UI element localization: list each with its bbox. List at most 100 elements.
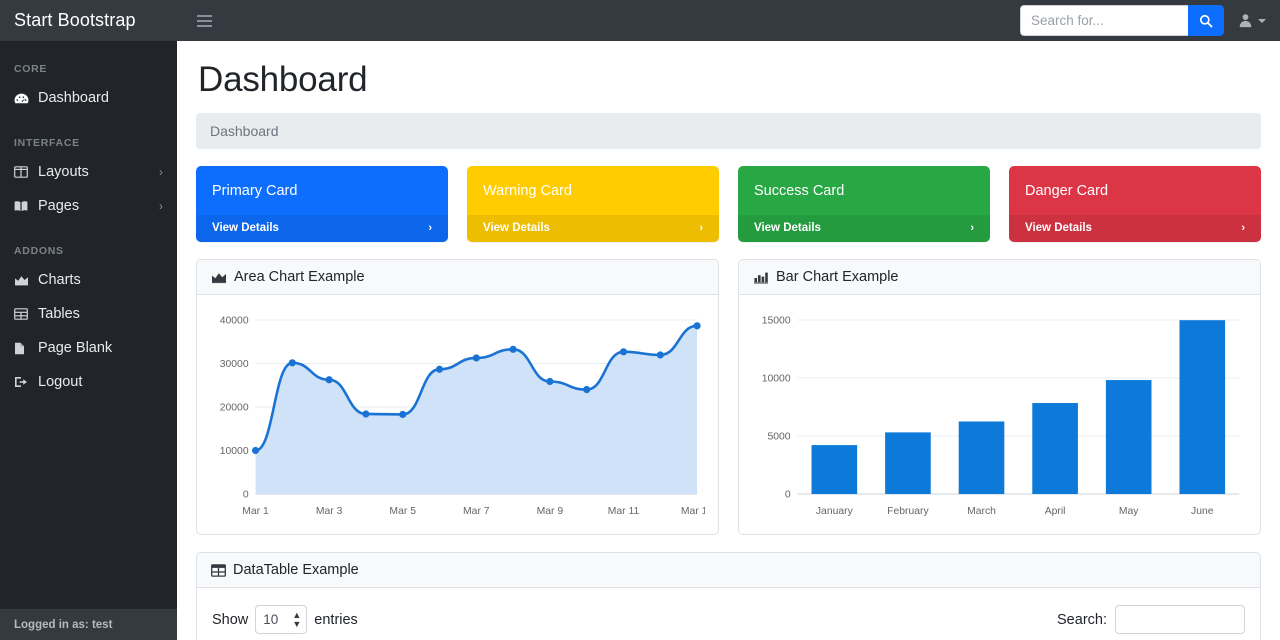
entries-label: entries xyxy=(314,612,358,628)
datatable-length-control: Show 102550100 ▲▼ entries xyxy=(212,605,358,634)
search-input[interactable] xyxy=(1020,5,1188,36)
svg-text:Mar 7: Mar 7 xyxy=(463,506,490,517)
svg-text:June: June xyxy=(1191,506,1214,517)
sidebar-item-label: Pages xyxy=(38,198,79,214)
sidebar-item-page-blank[interactable]: Page Blank xyxy=(0,331,177,365)
card-title: DataTable Example xyxy=(233,562,359,578)
svg-text:40000: 40000 xyxy=(220,315,249,326)
hamburger-icon[interactable] xyxy=(187,0,221,41)
stat-card-footer-primary[interactable]: View Details › xyxy=(196,215,448,242)
chevron-right-icon: › xyxy=(970,222,974,234)
svg-text:15000: 15000 xyxy=(762,315,791,326)
area-chart-card: Area Chart Example 010000200003000040000… xyxy=(196,259,719,535)
columns-icon xyxy=(14,166,33,178)
svg-text:Mar 9: Mar 9 xyxy=(537,506,564,517)
chart-bar-icon xyxy=(753,271,769,284)
stat-card-title: Danger Card xyxy=(1009,166,1261,215)
sidebar-item-label: Tables xyxy=(38,306,80,322)
chevron-right-icon: › xyxy=(159,165,163,179)
page-length-select[interactable]: 102550100 xyxy=(255,605,307,634)
stat-card-deck: Primary Card View Details › Warning Card… xyxy=(196,166,1261,242)
brand-logo[interactable]: Start Bootstrap xyxy=(0,0,177,41)
svg-text:10000: 10000 xyxy=(220,446,249,457)
sidebar-item-label: Charts xyxy=(38,272,81,288)
sidebar-item-label: Logout xyxy=(38,374,82,390)
svg-text:0: 0 xyxy=(785,489,791,500)
svg-text:February: February xyxy=(887,506,929,517)
navbar-search-form xyxy=(1020,5,1224,36)
stat-card-title: Primary Card xyxy=(196,166,448,215)
sidebar-item-layouts[interactable]: Layouts › xyxy=(0,155,177,189)
user-icon xyxy=(1238,13,1253,28)
svg-text:Mar 13: Mar 13 xyxy=(681,506,705,517)
chevron-right-icon: › xyxy=(159,199,163,213)
table-icon xyxy=(211,564,226,577)
search-icon xyxy=(1199,14,1213,28)
svg-text:January: January xyxy=(816,506,854,517)
datatable-controls: Show 102550100 ▲▼ entries Search: xyxy=(210,601,1247,638)
sidebar: Core Dashboard Interface Layouts › xyxy=(0,41,177,640)
search-label: Search: xyxy=(1057,612,1107,628)
chart-row: Area Chart Example 010000200003000040000… xyxy=(196,259,1261,535)
svg-text:Mar 3: Mar 3 xyxy=(316,506,343,517)
datatable-card: DataTable Example Show 102550100 ▲▼ entr… xyxy=(196,552,1261,640)
sidebar-item-charts[interactable]: Charts xyxy=(0,263,177,297)
show-label: Show xyxy=(212,612,248,628)
tachometer-icon xyxy=(14,92,33,105)
stat-card-footer-warning[interactable]: View Details › xyxy=(467,215,719,242)
chart-area-icon xyxy=(211,271,227,284)
svg-text:5000: 5000 xyxy=(767,431,790,442)
sidebar-heading-addons: Addons xyxy=(0,223,177,263)
book-open-icon xyxy=(14,200,33,212)
svg-text:May: May xyxy=(1119,506,1139,517)
area-chart-card-header: Area Chart Example xyxy=(197,260,718,295)
svg-text:0: 0 xyxy=(243,489,249,500)
sidebar-footer-status: Logged in as: test xyxy=(0,609,177,640)
svg-text:Mar 11: Mar 11 xyxy=(608,506,640,517)
top-navbar: Start Bootstrap xyxy=(0,0,1280,41)
view-details-link[interactable]: View Details xyxy=(1025,222,1092,234)
sidebar-item-dashboard[interactable]: Dashboard xyxy=(0,81,177,115)
stat-card-danger[interactable]: Danger Card View Details › xyxy=(1009,166,1261,242)
svg-text:Mar 5: Mar 5 xyxy=(389,506,416,517)
sign-out-icon xyxy=(14,376,33,388)
main-content: Dashboard Dashboard Primary Card View De… xyxy=(177,41,1280,640)
file-icon xyxy=(14,342,33,355)
breadcrumb-item-active: Dashboard xyxy=(210,123,279,139)
datatable-search-input[interactable] xyxy=(1115,605,1245,634)
page-title: Dashboard xyxy=(198,59,1261,101)
stat-card-primary[interactable]: Primary Card View Details › xyxy=(196,166,448,242)
stat-card-title: Success Card xyxy=(738,166,990,215)
chevron-right-icon: › xyxy=(1241,222,1245,234)
page-length-select-wrap: 102550100 ▲▼ xyxy=(255,605,307,634)
user-menu[interactable] xyxy=(1238,0,1266,41)
sidebar-item-tables[interactable]: Tables xyxy=(0,297,177,331)
view-details-link[interactable]: View Details xyxy=(754,222,821,234)
search-button[interactable] xyxy=(1188,5,1224,36)
area-chart-card-body: 010000200003000040000Mar 1Mar 3Mar 5Mar … xyxy=(197,295,718,534)
view-details-link[interactable]: View Details xyxy=(483,222,550,234)
bar-chart-card-body: 050001000015000JanuaryFebruaryMarchApril… xyxy=(739,295,1260,534)
chevron-down-icon xyxy=(1258,19,1266,23)
svg-text:March: March xyxy=(967,506,996,517)
bar-chart-card-header: Bar Chart Example xyxy=(739,260,1260,295)
bar-chart[interactable]: 050001000015000JanuaryFebruaryMarchApril… xyxy=(752,308,1247,524)
stat-card-warning[interactable]: Warning Card View Details › xyxy=(467,166,719,242)
sidebar-item-pages[interactable]: Pages › xyxy=(0,189,177,223)
svg-text:10000: 10000 xyxy=(762,373,791,384)
svg-text:Mar 1: Mar 1 xyxy=(242,506,269,517)
stat-card-title: Warning Card xyxy=(467,166,719,215)
svg-text:30000: 30000 xyxy=(220,359,249,370)
stat-card-success[interactable]: Success Card View Details › xyxy=(738,166,990,242)
card-title: Bar Chart Example xyxy=(776,269,899,285)
area-chart[interactable]: 010000200003000040000Mar 1Mar 3Mar 5Mar … xyxy=(210,308,705,524)
card-title: Area Chart Example xyxy=(234,269,365,285)
hamburger-bars xyxy=(197,12,212,30)
sidebar-item-logout[interactable]: Logout xyxy=(0,365,177,399)
view-details-link[interactable]: View Details xyxy=(212,222,279,234)
stat-card-footer-success[interactable]: View Details › xyxy=(738,215,990,242)
sidebar-item-label: Dashboard xyxy=(38,90,109,106)
stat-card-footer-danger[interactable]: View Details › xyxy=(1009,215,1261,242)
sidebar-item-label: Layouts xyxy=(38,164,89,180)
breadcrumb: Dashboard xyxy=(196,113,1261,149)
